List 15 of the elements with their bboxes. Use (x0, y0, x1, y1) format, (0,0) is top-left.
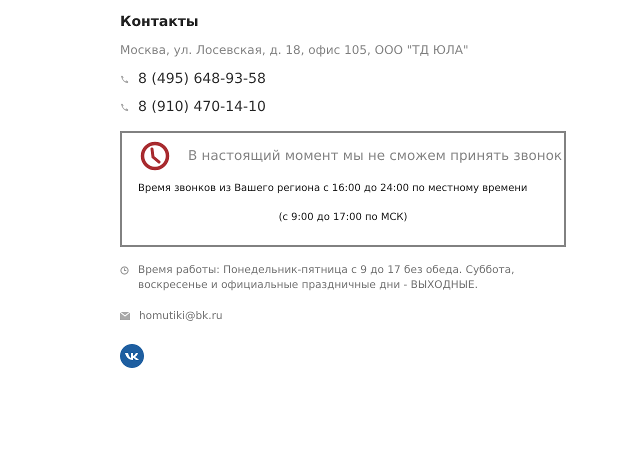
social-icon[interactable] (120, 344, 144, 368)
working-hours-text: Время работы: Понедельник-пятница с 9 до 17 без обеда. Суббота, воскресенье и официальные праздничные дни - ВЫХОДНЫЕ. (138, 263, 516, 293)
notice-text: Время звонков из Вашего региона с 16:00 до 24:00 по местному времени (138, 183, 528, 194)
section-heading: Контакты (120, 14, 200, 30)
phone-icon (120, 75, 129, 84)
clock-icon (140, 141, 170, 171)
email-link[interactable]: homutiki@bk.ru (139, 309, 223, 324)
phone-icon (120, 103, 129, 112)
envelope-icon (120, 312, 130, 320)
notice-title: В настоящий момент мы не сможем принять звонок (188, 148, 562, 164)
notice-text: (с 9:00 до 17:00 по МСК) (278, 212, 408, 223)
phone-number: 8 (910) 470-14-10 (138, 99, 266, 115)
address-text: Москва, ул. Лосевская, д. 18, офис 105, ООО "ТД ЮЛА" (120, 43, 470, 57)
clock-icon (120, 266, 129, 275)
phone-number: 8 (495) 648-93-58 (138, 71, 266, 87)
